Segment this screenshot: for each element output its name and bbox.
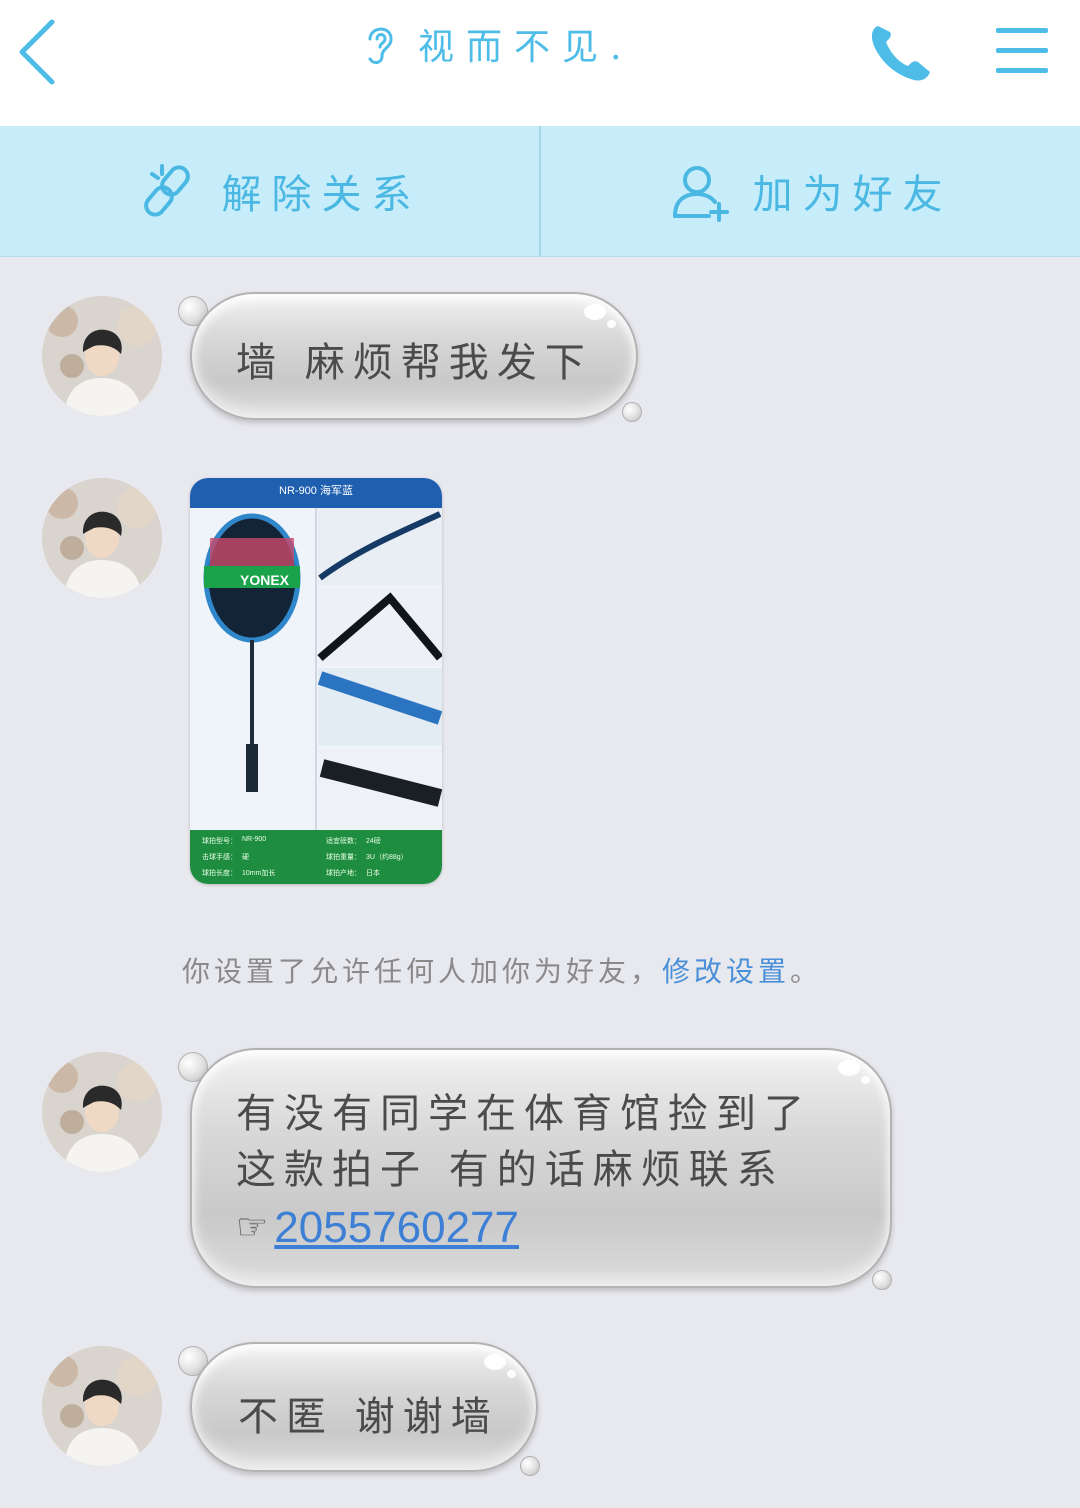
bubble-highlight xyxy=(584,304,606,320)
spec-label: 球拍型号： xyxy=(202,838,237,845)
message-bubble[interactable]: 不匿 谢谢墙 xyxy=(190,1342,538,1472)
pointing-hand-icon: ☞ xyxy=(236,1207,269,1248)
spec-label: 击球手感： xyxy=(202,854,237,861)
message-bubble[interactable]: 有没有同学在体育馆捡到了 这款拍子 有的话麻烦联系 ☞ 2055760277 xyxy=(190,1048,892,1288)
avatar[interactable] xyxy=(42,1346,162,1466)
notice-suffix: 。 xyxy=(790,955,823,988)
spec-value: 3U（约88g） xyxy=(366,854,408,861)
message-text: 不匿 谢谢墙 xyxy=(238,1394,499,1440)
relationship-action-bar: 解除关系 加为好友 xyxy=(0,126,1080,257)
bubble-droplet xyxy=(520,1456,540,1476)
spec-value: 24磅 xyxy=(366,838,381,845)
bubble-highlight xyxy=(838,1060,860,1076)
image-message[interactable]: NR-900 海军蓝 YONEX 球拍型号： NR-900 适宜磅数： 24磅 … xyxy=(190,478,442,884)
ear-icon xyxy=(368,27,393,65)
racket-product-image xyxy=(190,478,442,884)
spec-label: 球拍重量： xyxy=(326,854,361,861)
bubble-highlight xyxy=(861,1076,870,1084)
contact-name: 视而不见. xyxy=(418,27,634,68)
contact-line: ☞ 2055760277 xyxy=(236,1200,812,1256)
bubble-droplet xyxy=(622,402,642,422)
modify-settings-link[interactable]: 修改设置 xyxy=(662,955,790,988)
image-caption-title: NR-900 海军蓝 xyxy=(279,485,353,497)
message-text: 墙 麻烦帮我发下 xyxy=(236,340,593,386)
unlink-label: 解除关系 xyxy=(221,172,422,218)
system-notice: 你设置了允许任何人加你为好友，修改设置。 xyxy=(182,950,942,990)
message-text: 有没有同学在体育馆捡到了 这款拍子 有的话麻烦联系 ☞ 2055760277 xyxy=(236,1086,812,1256)
avatar[interactable] xyxy=(42,1052,162,1172)
menu-button[interactable] xyxy=(994,26,1050,76)
spec-value: NR-900 xyxy=(242,836,267,843)
top-bar: 视而不见. xyxy=(0,0,1080,126)
bubble-droplet xyxy=(872,1270,892,1290)
avatar[interactable] xyxy=(42,296,162,416)
message-bubble[interactable]: 墙 麻烦帮我发下 xyxy=(190,292,638,420)
chat-title: 视而不见. xyxy=(360,14,633,74)
image-brand: YONEX xyxy=(240,572,290,588)
broken-link-icon xyxy=(143,164,190,217)
bubble-highlight xyxy=(607,320,616,328)
notice-text: 你设置了允许任何人加你为好友， xyxy=(182,955,663,988)
back-button[interactable] xyxy=(14,16,64,86)
spec-value: 10mm加长 xyxy=(242,870,276,877)
chevron-left-icon xyxy=(19,19,55,85)
spec-value: 日本 xyxy=(366,870,380,877)
phone-icon xyxy=(871,26,930,81)
message-line: 有没有同学在体育馆捡到了 xyxy=(236,1091,812,1137)
message-line: 这款拍子 有的话麻烦联系 xyxy=(236,1147,785,1193)
phone-number-link[interactable]: 2055760277 xyxy=(274,1200,519,1256)
add-friend-label: 加为好友 xyxy=(752,172,953,218)
add-user-icon xyxy=(672,166,729,222)
spec-label: 球拍产地： xyxy=(326,870,361,877)
spec-label: 适宜磅数： xyxy=(326,838,361,845)
bubble-highlight xyxy=(507,1370,516,1378)
add-friend-button[interactable]: 加为好友 xyxy=(541,126,1080,256)
menu-icon xyxy=(996,28,1048,73)
unlink-button[interactable]: 解除关系 xyxy=(0,126,539,256)
spec-value: 硬 xyxy=(242,854,249,861)
bubble-highlight xyxy=(484,1354,506,1370)
spec-label: 球拍长度： xyxy=(202,870,237,877)
call-button[interactable] xyxy=(866,20,936,84)
avatar[interactable] xyxy=(42,478,162,598)
